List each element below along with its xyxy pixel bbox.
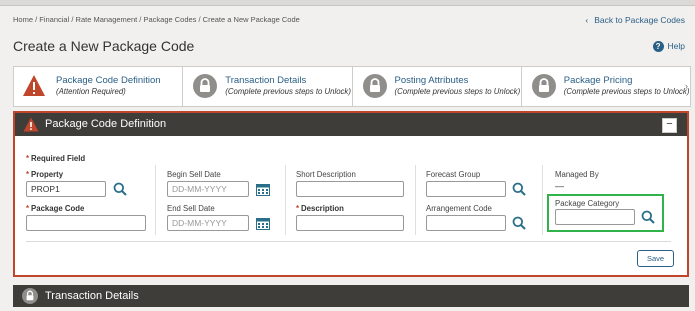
step-status: (Complete previous steps to Unlock) xyxy=(225,87,351,96)
managed-by-label: Managed By xyxy=(555,170,599,179)
forecast-group-label: Forecast Group xyxy=(426,170,481,179)
step-label: Package Code Definition xyxy=(56,75,161,86)
collapse-button[interactable]: − xyxy=(662,118,677,133)
chevron-left-icon: ‹ xyxy=(585,15,589,25)
back-link-label: Back to Package Codes xyxy=(594,15,685,25)
save-button[interactable]: Save xyxy=(637,250,674,267)
step-package-pricing[interactable]: Package Pricing (Complete previous steps… xyxy=(522,67,690,106)
forecast-group-field[interactable] xyxy=(426,181,506,197)
begin-sell-date-label: Begin Sell Date xyxy=(167,170,221,179)
begin-sell-date-field[interactable] xyxy=(167,181,249,197)
step-status: (Complete previous steps to Unlock) xyxy=(394,87,521,96)
help-label: Help xyxy=(667,41,685,51)
search-icon[interactable] xyxy=(512,216,526,230)
lock-icon xyxy=(362,74,387,98)
column-divider xyxy=(155,165,156,235)
form-divider xyxy=(26,241,671,242)
step-navigator: Package Code Definition (Attention Requi… xyxy=(13,66,691,107)
managed-by-value: — xyxy=(555,181,564,191)
short-description-label: Short Description xyxy=(296,170,356,179)
warning-icon xyxy=(23,117,39,132)
end-sell-date-field[interactable] xyxy=(167,215,249,231)
package-category-field[interactable] xyxy=(555,209,635,225)
search-icon[interactable] xyxy=(512,182,526,196)
bottom-panel-title: Transaction Details xyxy=(45,290,139,302)
step-label: Posting Attributes xyxy=(394,75,469,86)
package-code-label: * Package Code xyxy=(26,204,85,213)
top-bar xyxy=(0,0,695,6)
chevron-right-icon[interactable]: › xyxy=(685,81,688,91)
column-divider xyxy=(415,165,416,235)
breadcrumb[interactable]: Home / Financial / Rate Management / Pac… xyxy=(13,15,300,24)
step-label: Package Pricing xyxy=(563,75,633,86)
warning-icon xyxy=(23,75,45,96)
step-package-code-definition[interactable]: Package Code Definition (Attention Requi… xyxy=(14,67,184,106)
arrangement-code-label: Arrangement Code xyxy=(426,204,492,213)
required-field-note: * Required Field xyxy=(26,154,86,163)
help-button[interactable]: ? Help xyxy=(652,41,685,53)
column-divider xyxy=(285,165,286,235)
back-to-package-codes-link[interactable]: ‹ Back to Package Codes xyxy=(585,15,685,25)
help-icon: ? xyxy=(652,41,664,53)
step-status: (Attention Required) xyxy=(56,87,126,96)
search-icon[interactable] xyxy=(113,182,127,196)
search-icon[interactable] xyxy=(641,210,655,224)
step-status: (Complete previous steps to Unlock) xyxy=(563,87,690,96)
page-title: Create a New Package Code xyxy=(13,38,195,54)
short-description-field[interactable] xyxy=(296,181,404,197)
calendar-icon[interactable] xyxy=(256,183,270,196)
lock-icon xyxy=(531,74,556,98)
step-transaction-details[interactable]: Transaction Details (Complete previous s… xyxy=(183,67,353,106)
package-category-label: Package Category xyxy=(555,199,620,208)
package-code-definition-panel: Package Code Definition − * Required Fiel… xyxy=(13,111,689,277)
column-divider xyxy=(542,165,543,235)
calendar-icon[interactable] xyxy=(256,217,270,230)
package-code-field[interactable] xyxy=(26,215,146,231)
end-sell-date-label: End Sell Date xyxy=(167,204,215,213)
description-field[interactable] xyxy=(296,215,404,231)
step-label: Transaction Details xyxy=(225,75,307,86)
property-label: * Property xyxy=(26,170,64,179)
step-posting-attributes[interactable]: Posting Attributes (Complete previous st… xyxy=(353,67,522,106)
description-label: * Description xyxy=(296,204,344,213)
lock-icon xyxy=(193,74,218,98)
arrangement-code-field[interactable] xyxy=(426,215,506,231)
panel-title: Package Code Definition xyxy=(45,118,167,130)
transaction-details-panel-header[interactable]: Transaction Details xyxy=(13,285,689,307)
panel-header: Package Code Definition − xyxy=(15,113,687,136)
lock-icon xyxy=(22,288,38,304)
property-field[interactable] xyxy=(26,181,106,197)
